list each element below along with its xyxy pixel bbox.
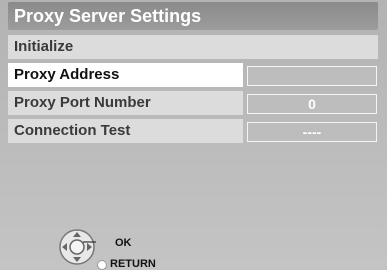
proxy-address-field[interactable] bbox=[247, 66, 377, 86]
menu-item-connection-test[interactable]: Connection Test bbox=[8, 119, 243, 143]
connection-test-status: ---- bbox=[247, 122, 377, 142]
page-title: Proxy Server Settings bbox=[8, 2, 378, 30]
menu-item-proxy-address[interactable]: Proxy Address bbox=[8, 63, 243, 87]
menu-item-proxy-port[interactable]: Proxy Port Number bbox=[8, 91, 243, 115]
proxy-port-field[interactable]: 0 bbox=[247, 94, 377, 114]
return-label: RETURN bbox=[110, 258, 156, 270]
menu-item-initialize[interactable]: Initialize bbox=[8, 35, 378, 59]
return-button-icon bbox=[97, 260, 107, 270]
ok-label: OK bbox=[115, 237, 132, 249]
directional-pad-icon bbox=[59, 229, 96, 265]
remote-control-hints: OK RETURN bbox=[58, 228, 168, 270]
proxy-settings-screen: Proxy Server Settings Initialize Proxy A… bbox=[0, 0, 387, 270]
